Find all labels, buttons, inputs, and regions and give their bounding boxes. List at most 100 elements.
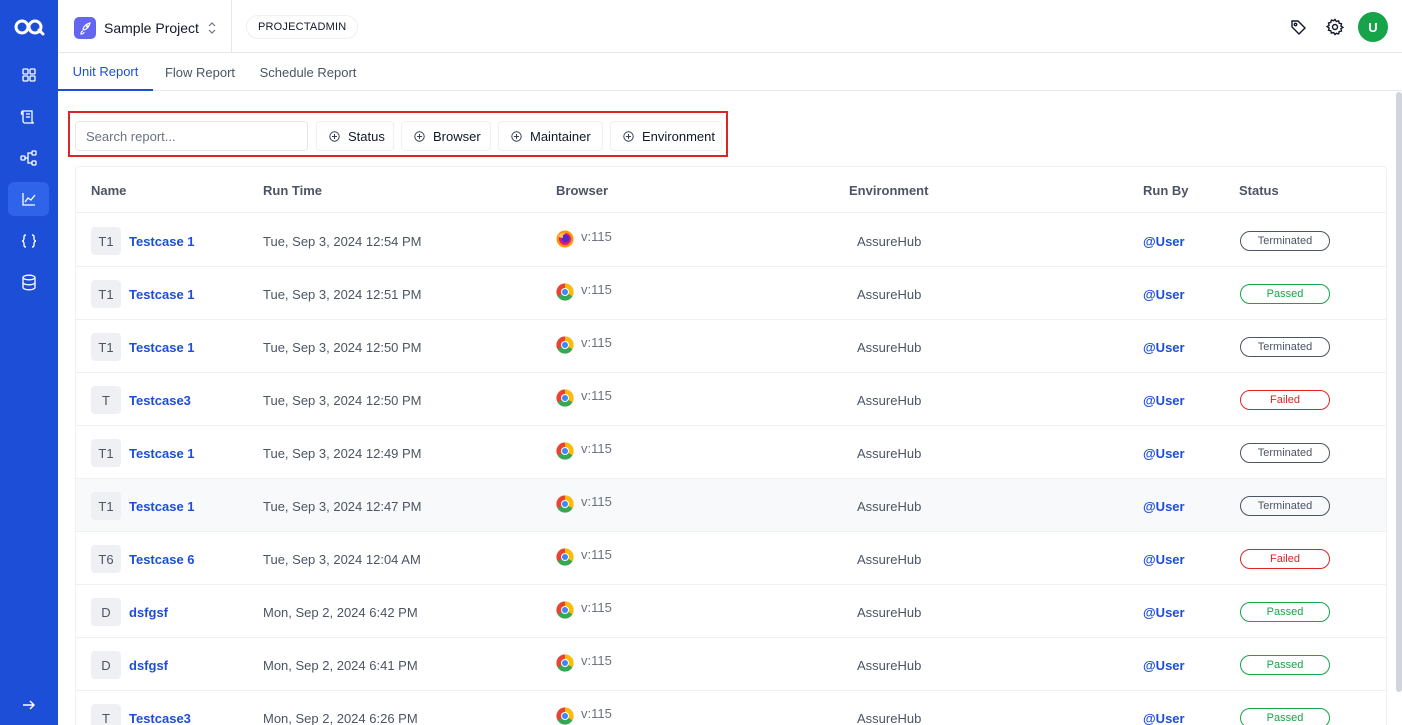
chrome-icon — [556, 707, 574, 725]
header-status[interactable]: Status — [1239, 183, 1279, 198]
firefox-icon — [556, 230, 574, 248]
table-row[interactable]: T1 Testcase 1 Tue, Sep 3, 2024 12:47 PM v:1… — [76, 479, 1386, 532]
test-name-link[interactable]: Testcase 1 — [129, 234, 195, 249]
environment: AssureHub — [857, 552, 922, 567]
test-initial-badge: D — [91, 598, 121, 626]
chart-line-icon — [21, 193, 36, 206]
plus-circle-icon — [414, 130, 425, 142]
table-row[interactable]: Ddsfgsf Mon, Sep 2, 2024 6:42 PM v:115 Assu… — [76, 585, 1386, 638]
table-row[interactable]: T1 Testcase 1 Tue, Sep 3, 2024 12:49 PM v:1… — [76, 426, 1386, 479]
page-scrollbar[interactable] — [1396, 92, 1402, 692]
test-initial-badge: T1 — [91, 280, 121, 308]
test-name-link[interactable]: Testcase 1 — [129, 499, 195, 514]
run-time: Tue, Sep 3, 2024 12:50 PM — [263, 340, 422, 355]
run-by-link[interactable]: @User — [1143, 287, 1185, 302]
table-row[interactable]: T1 Testcase 1 Tue, Sep 3, 2024 12:54 PM v:1… — [76, 214, 1386, 267]
workflow-icon — [19, 150, 37, 166]
test-name-link[interactable]: dsfgsf — [129, 658, 168, 673]
table-row[interactable]: T1 Testcase 1 Tue, Sep 3, 2024 12:50 PM v:1… — [76, 320, 1386, 373]
search-input[interactable] — [75, 121, 308, 151]
browser-cell: v:115 — [556, 547, 612, 566]
table-row[interactable]: T Testcase3 Mon, Sep 2, 2024 6:26 PM v:115 A… — [76, 691, 1386, 725]
nav-flows[interactable] — [8, 141, 49, 175]
nav-data[interactable] — [8, 265, 49, 299]
status-filter-button[interactable]: Status — [316, 121, 394, 151]
browser-version: v:115 — [581, 334, 612, 350]
browser-cell: v:115 — [556, 441, 612, 460]
project-switcher[interactable]: Sample Project — [74, 16, 217, 40]
maintainer-filter-label: Maintainer — [530, 128, 591, 144]
table-row[interactable]: T6 Testcase 6 Tue, Sep 3, 2024 12:04 AM v:1… — [76, 532, 1386, 585]
run-by-link[interactable]: @User — [1143, 446, 1185, 461]
expand-sidebar-button[interactable] — [8, 688, 49, 722]
nav-dashboard[interactable] — [8, 58, 49, 92]
test-name-link[interactable]: dsfgsf — [129, 605, 168, 620]
chrome-icon — [556, 601, 574, 619]
test-initial-badge: T — [91, 386, 121, 414]
maintainer-filter-button[interactable]: Maintainer — [498, 121, 603, 151]
plus-circle-icon — [329, 130, 340, 142]
database-icon — [21, 274, 36, 290]
test-initial-badge: T1 — [91, 492, 121, 520]
browser-cell: v:115 — [556, 334, 612, 354]
chrome-icon — [556, 283, 574, 301]
environment: AssureHub — [857, 658, 922, 673]
run-by-link[interactable]: @User — [1143, 658, 1185, 673]
header-name[interactable]: Name — [91, 183, 126, 198]
tab-unit-report[interactable]: Unit Report — [58, 53, 153, 91]
plus-circle-icon — [511, 130, 522, 142]
test-name-link[interactable]: Testcase 6 — [129, 552, 195, 567]
run-by-link[interactable]: @User — [1143, 605, 1185, 620]
run-by-link[interactable]: @User — [1143, 499, 1185, 514]
user-avatar[interactable]: U — [1358, 12, 1388, 42]
settings-button[interactable] — [1320, 12, 1350, 42]
run-by-link[interactable]: @User — [1143, 393, 1185, 408]
run-time: Mon, Sep 2, 2024 6:41 PM — [263, 658, 418, 673]
browser-filter-button[interactable]: Browser — [401, 121, 491, 151]
tab-schedule-report[interactable]: Schedule Report — [253, 53, 363, 91]
chrome-icon — [556, 336, 574, 354]
table-row[interactable]: T1 Testcase 1 Tue, Sep 3, 2024 12:51 PM v:1… — [76, 267, 1386, 320]
app: Sample Project PROJECTADMIN U Unit Repor… — [0, 0, 1402, 725]
run-by-link[interactable]: @User — [1143, 234, 1185, 249]
browser-version: v:115 — [581, 599, 612, 615]
report-table: Name Run Time Browser Environment Run By… — [75, 166, 1387, 725]
role-badge: PROJECTADMIN — [246, 15, 359, 39]
test-name-link[interactable]: Testcase 1 — [129, 287, 195, 302]
status-badge: Terminated — [1240, 496, 1330, 516]
test-name-link[interactable]: Testcase3 — [129, 711, 191, 725]
table-row[interactable]: T Testcase3 Tue, Sep 3, 2024 12:50 PM v:115… — [76, 373, 1386, 426]
status-badge: Failed — [1240, 549, 1330, 569]
run-by-link[interactable]: @User — [1143, 340, 1185, 355]
table-row[interactable]: Ddsfgsf Mon, Sep 2, 2024 6:41 PM v:115 Assu… — [76, 638, 1386, 691]
plus-circle-icon — [623, 130, 634, 142]
run-by-link[interactable]: @User — [1143, 552, 1185, 567]
browser-filter-label: Browser — [433, 128, 481, 144]
nav-reports[interactable] — [8, 182, 49, 216]
status-badge: Failed — [1240, 390, 1330, 410]
app-logo[interactable] — [0, 14, 58, 40]
header-run-by[interactable]: Run By — [1143, 183, 1189, 198]
environment-filter-button[interactable]: Environment — [610, 121, 722, 151]
test-name-link[interactable]: Testcase3 — [129, 393, 191, 408]
nav-variables[interactable] — [8, 224, 49, 258]
status-badge: Passed — [1240, 602, 1330, 622]
test-initial-badge: T1 — [91, 333, 121, 361]
run-time: Tue, Sep 3, 2024 12:50 PM — [263, 393, 422, 408]
tag-button[interactable] — [1283, 12, 1313, 42]
header-environment[interactable]: Environment — [849, 183, 928, 198]
tab-flow-report[interactable]: Flow Report — [155, 53, 245, 91]
test-name-link[interactable]: Testcase 1 — [129, 340, 195, 355]
run-by-link[interactable]: @User — [1143, 711, 1185, 725]
status-badge: Passed — [1240, 708, 1330, 725]
status-badge: Passed — [1240, 655, 1330, 675]
test-name-link[interactable]: Testcase 1 — [129, 446, 195, 461]
header-browser[interactable]: Browser — [556, 183, 608, 198]
header-run-time[interactable]: Run Time — [263, 183, 322, 198]
test-initial-badge: T1 — [91, 227, 121, 255]
nav-test-cases[interactable] — [8, 99, 49, 133]
run-time: Tue, Sep 3, 2024 12:04 AM — [263, 552, 421, 567]
environment: AssureHub — [857, 605, 922, 620]
browser-cell: v:115 — [556, 229, 612, 248]
browser-cell: v:115 — [556, 494, 612, 513]
